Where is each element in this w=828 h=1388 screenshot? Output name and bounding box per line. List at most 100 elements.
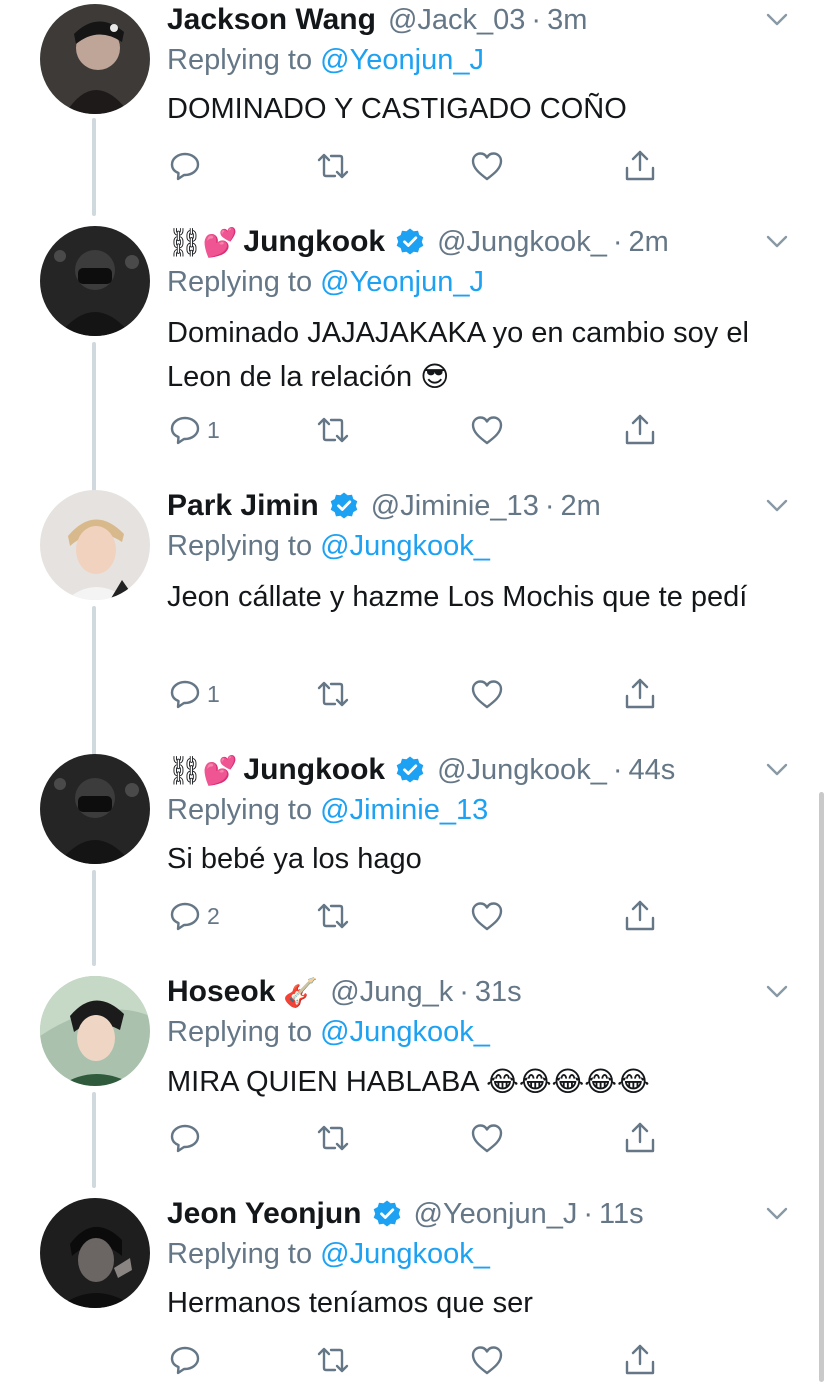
timestamp[interactable]: 31s [475, 976, 522, 1009]
share-button[interactable] [622, 1340, 658, 1380]
share-icon [625, 1122, 655, 1153]
separator-dot: · [612, 753, 623, 786]
heart-icon [471, 680, 503, 709]
display-name[interactable]: Jungkook [243, 753, 385, 787]
retweet-button[interactable] [315, 674, 351, 714]
display-name[interactable]: Hoseok [167, 975, 275, 1009]
name-emoji-suffix: 🎸 [283, 975, 319, 1009]
verified-badge-icon [329, 491, 359, 521]
replying-to-label: Replying to [167, 1016, 313, 1048]
thread-line [92, 342, 96, 502]
replying-to-label: Replying to [167, 530, 313, 562]
retweet-icon [317, 1125, 349, 1151]
tweet-text: Hermanos teníamos que ser [167, 1282, 788, 1325]
timestamp[interactable]: 11s [599, 1198, 644, 1231]
replying-to: Replying to @Jiminie_13 [167, 790, 488, 830]
retweet-button[interactable] [315, 146, 351, 186]
user-handle[interactable]: @Jungkook_ [437, 754, 607, 787]
avatar[interactable] [40, 226, 150, 336]
share-icon [625, 900, 655, 931]
mention-link[interactable]: @Yeonjun_J [320, 44, 484, 76]
user-handle[interactable]: @Jiminie_13 [371, 490, 539, 523]
retweet-button[interactable] [315, 410, 351, 450]
avatar[interactable] [40, 754, 150, 864]
tweet-text: DOMINADO Y CASTIGADO COÑO [167, 88, 788, 131]
reply-icon [170, 1124, 200, 1153]
replying-to-label: Replying to [167, 266, 313, 298]
chevron-down-icon[interactable] [764, 6, 790, 32]
like-button[interactable] [469, 1340, 505, 1380]
reply-button[interactable] [167, 1118, 207, 1158]
timestamp[interactable]: 2m [561, 490, 601, 523]
reply-button[interactable] [167, 1340, 207, 1380]
share-button[interactable] [622, 410, 658, 450]
separator-dot: · [544, 489, 555, 522]
reply-button[interactable]: 2 [167, 896, 220, 936]
retweet-button[interactable] [315, 896, 351, 936]
reply-icon [170, 1346, 200, 1375]
tweet-text-body: Jeon cállate y hazme Los Mochis que te p… [167, 581, 748, 613]
display-name[interactable]: Park Jimin [167, 489, 319, 523]
display-name[interactable]: Jeon Yeonjun [167, 1197, 362, 1231]
thread-line [92, 1092, 96, 1188]
user-handle[interactable]: @Jungkook_ [437, 226, 607, 259]
like-button[interactable] [469, 896, 505, 936]
replying-to: Replying to @Jungkook_ [167, 1012, 490, 1052]
share-button[interactable] [622, 896, 658, 936]
avatar[interactable] [40, 4, 150, 114]
like-button[interactable] [469, 674, 505, 714]
chevron-down-icon[interactable] [764, 978, 790, 1004]
replying-to-label: Replying to [167, 794, 313, 826]
chevron-down-icon[interactable] [764, 492, 790, 518]
replying-to: Replying to @Yeonjun_J [167, 40, 484, 80]
tweet-actions: 1 [167, 674, 667, 714]
share-icon [625, 678, 655, 709]
reply-count: 1 [207, 416, 220, 443]
reply-button[interactable]: 1 [167, 410, 220, 450]
mention-link[interactable]: @Jungkook_ [320, 530, 490, 562]
heart-icon [471, 902, 503, 931]
thread-line [92, 606, 96, 762]
user-handle[interactable]: @Yeonjun_J [414, 1198, 578, 1231]
share-icon [625, 1344, 655, 1375]
heart-icon [471, 416, 503, 445]
timestamp[interactable]: 3m [547, 4, 587, 37]
verified-badge-icon [395, 755, 425, 785]
chevron-down-icon[interactable] [764, 228, 790, 254]
avatar[interactable] [40, 1198, 150, 1308]
tweet-text-emoji: 😎 [420, 360, 450, 393]
retweet-button[interactable] [315, 1340, 351, 1380]
tweet-text-body: MIRA QUIEN HABLABA [167, 1066, 479, 1098]
like-button[interactable] [469, 1118, 505, 1158]
reply-button[interactable]: 1 [167, 674, 220, 714]
display-name[interactable]: Jungkook [243, 225, 385, 259]
reply-icon [170, 680, 200, 709]
user-handle[interactable]: @Jung_k [330, 976, 453, 1009]
mention-link[interactable]: @Jiminie_13 [320, 794, 488, 826]
share-button[interactable] [622, 1118, 658, 1158]
timestamp[interactable]: 44s [629, 754, 676, 787]
mention-link[interactable]: @Jungkook_ [320, 1238, 490, 1270]
separator-dot: · [531, 3, 542, 36]
tweet-text: MIRA QUIEN HABLABA 😂😂😂😂😂 [167, 1060, 788, 1104]
like-button[interactable] [469, 146, 505, 186]
tweet-text: Jeon cállate y hazme Los Mochis que te p… [167, 576, 758, 619]
retweet-button[interactable] [315, 1118, 351, 1158]
tweet-text-body: DOMINADO Y CASTIGADO COÑO [167, 93, 627, 125]
timestamp[interactable]: 2m [629, 226, 669, 259]
avatar[interactable] [40, 976, 150, 1086]
scrollbar[interactable] [819, 792, 824, 1382]
share-button[interactable] [622, 146, 658, 186]
display-name[interactable]: Jackson Wang [167, 3, 376, 37]
share-button[interactable] [622, 674, 658, 714]
chevron-down-icon[interactable] [764, 1200, 790, 1226]
reply-icon [170, 902, 200, 931]
mention-link[interactable]: @Yeonjun_J [320, 266, 484, 298]
like-button[interactable] [469, 410, 505, 450]
mention-link[interactable]: @Jungkook_ [320, 1016, 490, 1048]
avatar[interactable] [40, 490, 150, 600]
chevron-down-icon[interactable] [764, 756, 790, 782]
share-icon [625, 414, 655, 445]
user-handle[interactable]: @Jack_03 [388, 4, 525, 37]
reply-button[interactable] [167, 146, 207, 186]
